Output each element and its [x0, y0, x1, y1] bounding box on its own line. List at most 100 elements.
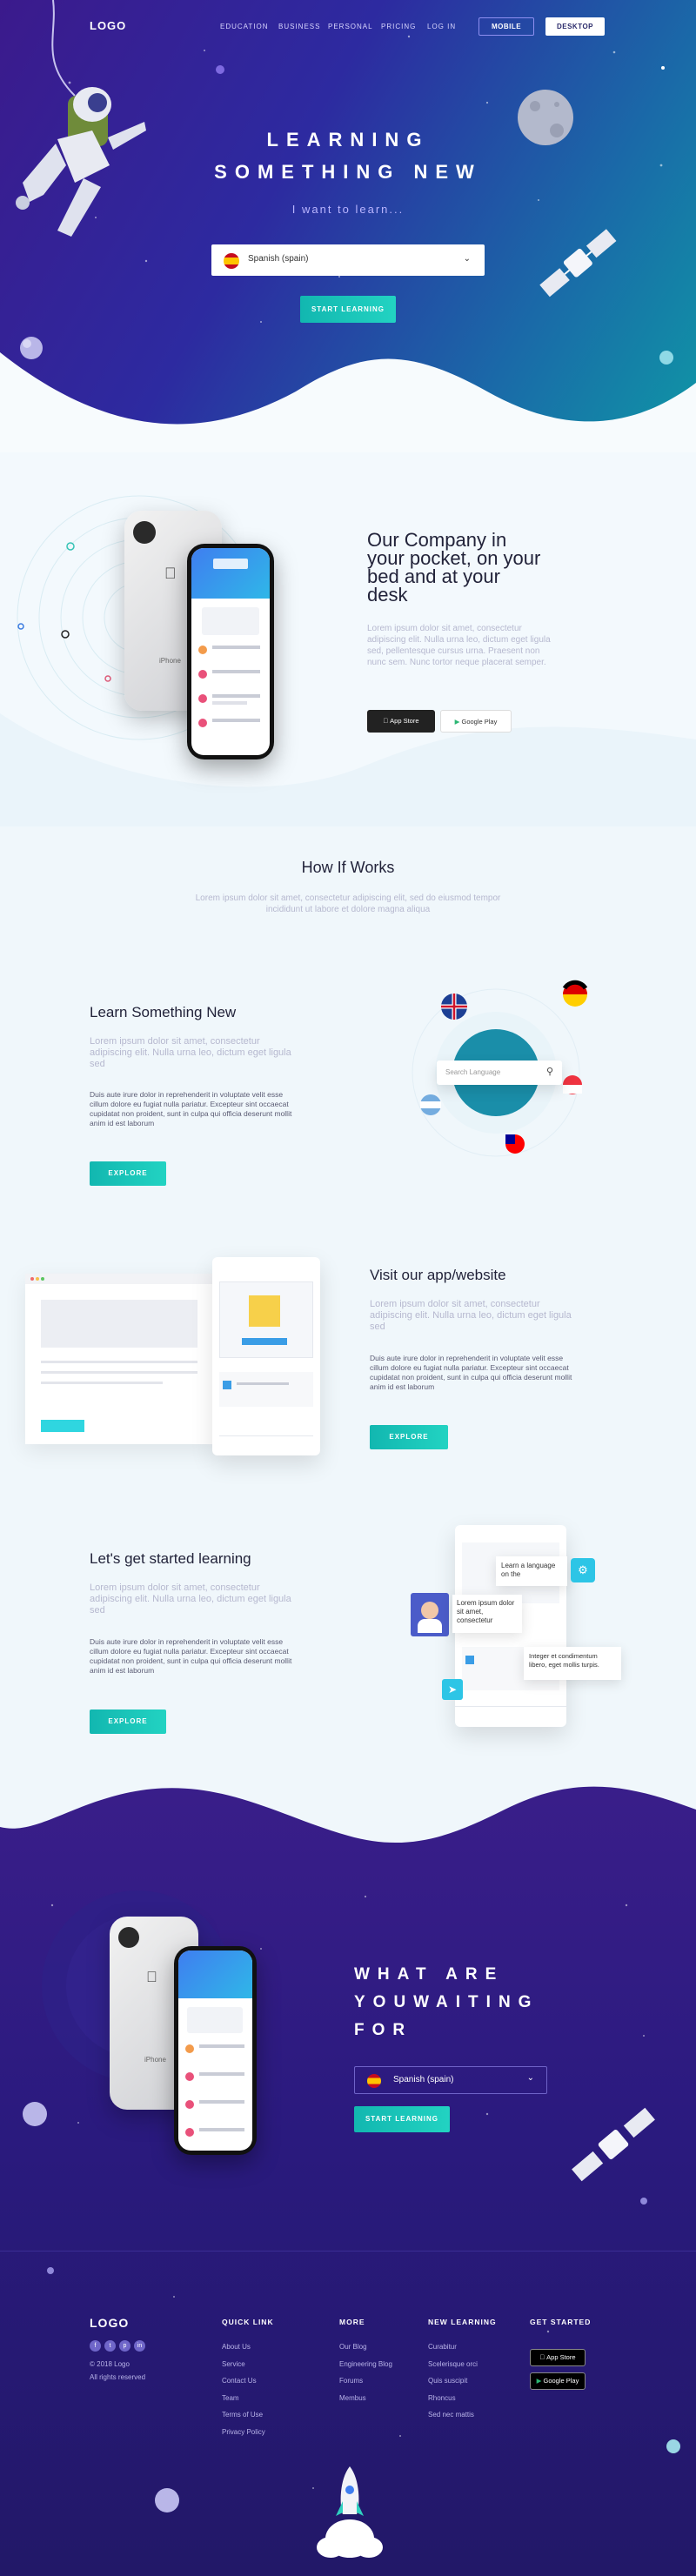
cta-phone-front-illustration	[174, 1946, 257, 2155]
footer-link[interactable]: Contact Us	[222, 2372, 265, 2390]
footer-rights: All rights reserved	[90, 2373, 146, 2381]
footer-logo[interactable]: LOGO	[90, 2316, 129, 2330]
company-body: Lorem ipsum dolor sit amet, consectetur …	[367, 624, 551, 667]
company-bg	[0, 495, 696, 826]
footer-link[interactable]: Team	[222, 2390, 265, 2407]
mobile-app-mockup-illustration	[212, 1257, 320, 1455]
phone-screen	[191, 548, 270, 755]
footer-get-started-title: GET STARTED	[530, 2318, 592, 2326]
chat-bubble-3: Integer et condimentum libero, eget moll…	[524, 1647, 621, 1680]
learn-body: Duis aute irure dolor in reprehenderit i…	[90, 1090, 292, 1127]
footer-link[interactable]: Forums	[339, 2372, 392, 2390]
app-store-button[interactable]:  App Store	[367, 710, 435, 733]
started-title: Let's get started learning	[90, 1550, 251, 1567]
phone-front-illustration	[187, 544, 274, 759]
app-store-label: App Store	[386, 717, 418, 725]
cta-start-learning-button[interactable]: START LEARNING	[354, 2106, 450, 2132]
linkedin-icon[interactable]: in	[134, 2340, 145, 2352]
footer-link[interactable]: Scelerisque orci	[428, 2356, 478, 2373]
satellite-illustration	[539, 229, 617, 298]
nav-pricing[interactable]: PRICING	[381, 23, 416, 30]
hero-title-line1: LEARNING	[266, 129, 430, 151]
footer-link[interactable]: Rhoncus	[428, 2390, 478, 2407]
cta-title-line1: WHAT ARE	[354, 1965, 505, 1984]
footer-app-store-label: App Store	[543, 2353, 575, 2361]
nav-education[interactable]: EDUCATION	[220, 23, 269, 30]
footer-app-store-button[interactable]:  App Store	[530, 2349, 586, 2366]
dark-wave	[0, 1775, 696, 2558]
cta-title-line2: YOUWAITING	[354, 1993, 539, 2011]
cta-language-select[interactable]: Spanish (spain) ⌄	[354, 2066, 547, 2094]
nav-business[interactable]: BUSINESS	[278, 23, 320, 30]
footer-apple-icon: 	[539, 2353, 545, 2361]
search-language-placeholder: Search Language	[445, 1068, 501, 1076]
footer-more-list: Our Blog Engineering Blog Forums Membus	[339, 2338, 392, 2406]
pinterest-icon[interactable]: p	[119, 2340, 130, 2352]
footer-google-play-button[interactable]: ▶ Google Play	[530, 2372, 586, 2390]
visit-body: Duis aute irure dolor in reprehenderit i…	[370, 1354, 572, 1391]
visit-explore-button[interactable]: EXPLORE	[370, 1425, 448, 1449]
footer-quick-title: QUICK LINK	[222, 2318, 274, 2326]
desktop-mockup-illustration	[25, 1274, 214, 1444]
nav-personal[interactable]: PERSONAL	[328, 23, 373, 30]
cta-apple-logo-icon: 	[146, 1969, 157, 1986]
facebook-icon[interactable]: f	[90, 2340, 101, 2352]
google-play-button[interactable]: ▶ Google Play	[440, 710, 512, 733]
learn-explore-button[interactable]: EXPLORE	[90, 1161, 166, 1186]
started-body: Duis aute irure dolor in reprehenderit i…	[90, 1637, 292, 1675]
cta-language-select-value: Spanish (spain)	[393, 2075, 454, 2084]
chevron-down-icon: ⌄	[463, 254, 471, 264]
learn-lead: Lorem ipsum dolor sit amet, consectetur …	[90, 1036, 291, 1069]
desktop-button[interactable]: DESKTOP	[545, 17, 605, 36]
company-title: Our Company in your pocket, on your bed …	[367, 529, 541, 606]
footer-link[interactable]: Sed nec mattis	[428, 2406, 478, 2424]
language-select[interactable]: Spanish (spain) ⌄	[211, 244, 485, 276]
cta-camera-icon	[118, 1927, 139, 1948]
send-icon: ➤	[442, 1679, 463, 1700]
footer-link[interactable]: Curabitur	[428, 2338, 478, 2356]
started-explore-button[interactable]: EXPLORE	[90, 1710, 166, 1734]
footer-google-play-label: Google Play	[543, 2377, 579, 2385]
cta-spain-flag-icon	[367, 2074, 381, 2088]
started-lead: Lorem ipsum dolor sit amet, consectetur …	[90, 1582, 291, 1616]
hero-subtitle: I want to learn...	[291, 203, 405, 216]
cta-chevron-down-icon: ⌄	[526, 2073, 534, 2083]
google-play-label: Google Play	[461, 718, 498, 726]
visit-title: Visit our app/website	[370, 1267, 506, 1283]
footer-new-learning-list: Curabitur Scelerisque orci Quis suscipit…	[428, 2338, 478, 2424]
language-select-value: Spanish (spain)	[248, 254, 309, 264]
cta-section:  iPhone WHAT ARE YOUWAITING FOR Spanish…	[0, 1775, 696, 2576]
twitter-icon[interactable]: t	[104, 2340, 116, 2352]
spain-flag-icon	[224, 253, 239, 269]
apple-icon: 	[383, 717, 388, 725]
footer-link[interactable]: Our Blog	[339, 2338, 392, 2356]
footer-play-icon: ▶	[536, 2377, 542, 2385]
how-title: How If Works	[301, 859, 395, 876]
chat-gear-icon: ⚙	[571, 1558, 595, 1582]
search-language-input[interactable]: Search Language ⚲	[437, 1061, 562, 1085]
mobile-button[interactable]: MOBILE	[478, 17, 534, 36]
camera-icon	[133, 521, 156, 544]
hero-wave	[0, 352, 696, 452]
chat-bubble-2: Lorem ipsum dolor sit amet, consectetur	[452, 1595, 522, 1633]
footer-link[interactable]: Quis suscipit	[428, 2372, 478, 2390]
footer-link[interactable]: Privacy Policy	[222, 2424, 265, 2441]
footer-link[interactable]: Engineering Blog	[339, 2356, 392, 2373]
how-body: Lorem ipsum dolor sit amet, consectetur …	[195, 893, 501, 914]
cta-phone-screen	[178, 1950, 252, 2151]
start-learning-button[interactable]: START LEARNING	[300, 296, 396, 323]
cta-title-line3: FOR	[354, 2021, 413, 2039]
logo[interactable]: LOGO	[90, 19, 126, 32]
footer-link[interactable]: Service	[222, 2356, 265, 2373]
footer-link[interactable]: Membus	[339, 2390, 392, 2407]
hero-section: LOGO EDUCATION BUSINESS PERSONAL PRICING…	[0, 0, 696, 452]
footer-copyright: © 2018 Logo	[90, 2360, 130, 2368]
footer-link[interactable]: About Us	[222, 2338, 265, 2356]
footer-new-learning-title: NEW LEARNING	[428, 2318, 497, 2326]
chat-bubble-1: Learn a language on the	[496, 1556, 567, 1586]
footer-link[interactable]: Terms of Use	[222, 2406, 265, 2424]
cta-phone-label: iPhone	[144, 2056, 166, 2064]
avatar	[411, 1593, 449, 1636]
hero-title-line2: SOMETHING NEW	[214, 161, 482, 183]
nav-login[interactable]: LOG IN	[427, 23, 456, 30]
